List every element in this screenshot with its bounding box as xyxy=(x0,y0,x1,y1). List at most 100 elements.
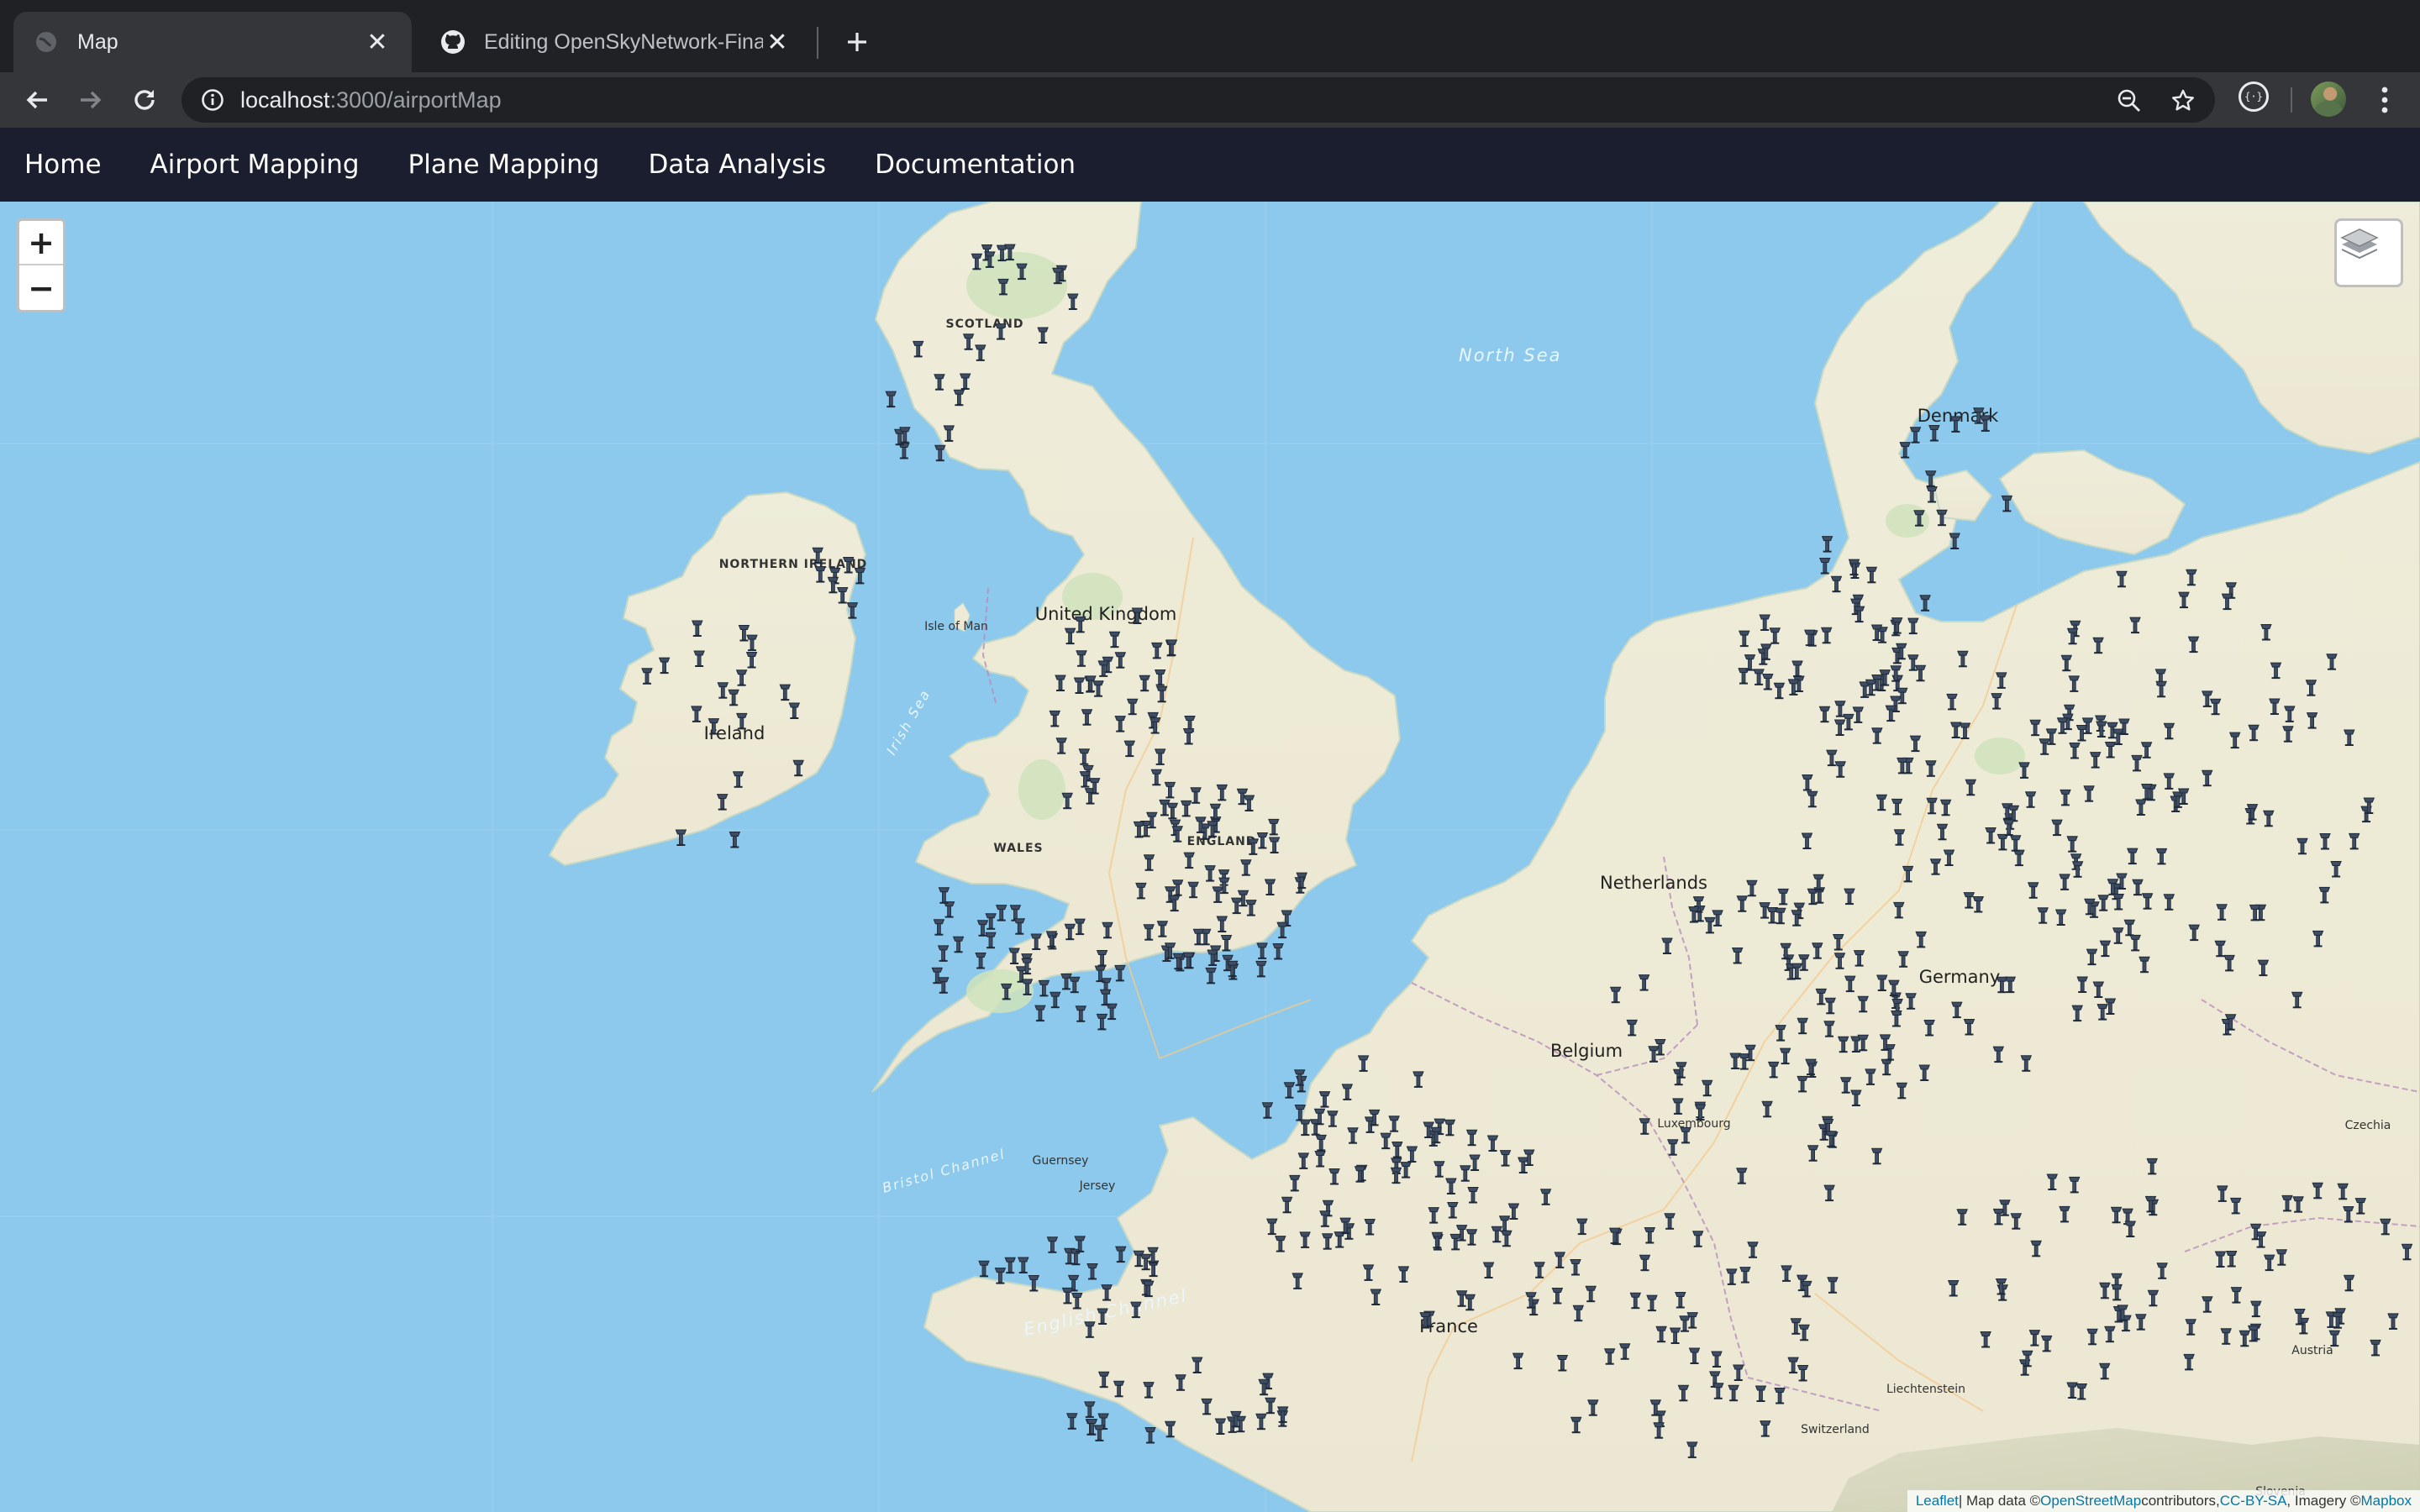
airport-marker-icon[interactable] xyxy=(1283,1082,1296,1099)
airport-marker-icon[interactable] xyxy=(1069,976,1081,994)
airport-marker-icon[interactable] xyxy=(1004,1257,1016,1274)
airport-marker-icon[interactable] xyxy=(1255,960,1267,978)
reload-button[interactable] xyxy=(126,81,163,118)
layers-button[interactable] xyxy=(2334,218,2403,287)
label-austria: Austria xyxy=(2291,1344,2333,1357)
close-icon[interactable]: ✕ xyxy=(763,28,792,56)
profile-avatar[interactable] xyxy=(2311,81,2346,117)
airport-marker-icon[interactable] xyxy=(985,932,997,949)
url-path: :3000/airportMap xyxy=(329,87,502,113)
airport-marker-icon[interactable] xyxy=(729,832,741,848)
forward-button[interactable] xyxy=(72,81,109,118)
airport-marker-icon[interactable] xyxy=(1096,1013,1108,1031)
airport-marker-icon[interactable] xyxy=(995,905,1007,921)
tab-separator xyxy=(817,27,818,59)
airport-marker-icon[interactable] xyxy=(978,1260,990,1278)
address-bar[interactable]: localhost:3000/airportMap xyxy=(182,77,2215,123)
toolbar-divider xyxy=(2291,87,2292,113)
attribution-text: , Imagery © xyxy=(2286,1493,2361,1509)
zoom-out-button[interactable]: − xyxy=(19,265,63,310)
airport-marker-icon[interactable] xyxy=(1205,967,1217,984)
nav-documentation[interactable]: Documentation xyxy=(875,150,1076,180)
label-bristol-channel: Bristol Channel xyxy=(881,1146,1007,1196)
airport-marker-icon[interactable] xyxy=(952,936,965,953)
airport-marker-icon[interactable] xyxy=(1075,1005,1087,1022)
airport-marker-icon[interactable] xyxy=(1106,1003,1118,1021)
back-button[interactable] xyxy=(18,81,55,118)
attribution-text: | Map data © xyxy=(1958,1493,2041,1509)
airport-marker-icon[interactable] xyxy=(1114,964,1126,982)
extension-icon[interactable]: {·} xyxy=(2238,81,2269,112)
airport-marker-icon[interactable] xyxy=(1928,425,1940,442)
tab-editing[interactable]: Editing OpenSkyNetwork-Final ✕ xyxy=(420,12,812,72)
airport-marker-icon[interactable] xyxy=(937,945,950,962)
attribution-text: contributors, xyxy=(2141,1493,2220,1509)
close-icon[interactable]: ✕ xyxy=(363,28,392,56)
airport-marker-icon[interactable] xyxy=(1919,595,1931,612)
airport-marker-icon[interactable] xyxy=(1013,918,1026,935)
info-icon[interactable] xyxy=(200,87,225,113)
airport-marker-icon[interactable] xyxy=(1182,952,1194,969)
airport-marker-icon[interactable] xyxy=(1034,1005,1046,1022)
airport-marker-icon[interactable] xyxy=(1272,943,1284,960)
label-england: ENGLAND xyxy=(1187,835,1257,848)
airport-marker-icon[interactable] xyxy=(1093,1425,1106,1441)
star-icon[interactable] xyxy=(2166,84,2200,118)
airport-marker-icon[interactable] xyxy=(1261,1102,1274,1119)
airport-marker-icon[interactable] xyxy=(1099,989,1112,1006)
map-attribution: Leaflet | Map data © OpenStreetMap contr… xyxy=(1907,1490,2420,1512)
airport-marker-icon[interactable] xyxy=(975,953,986,969)
airport-marker-icon[interactable] xyxy=(1086,1263,1098,1280)
tab-title: Map xyxy=(77,29,118,54)
nav-home[interactable]: Home xyxy=(24,150,102,180)
leaflet-link[interactable]: Leaflet xyxy=(1916,1493,1959,1509)
airport-marker-icon[interactable] xyxy=(1084,1401,1096,1418)
reload-icon xyxy=(134,90,155,110)
airport-marker-icon[interactable] xyxy=(1276,921,1288,939)
label-guernsey: Guernsey xyxy=(1033,1154,1089,1168)
zoom-out-icon[interactable] xyxy=(2112,84,2146,118)
airport-marker-icon[interactable] xyxy=(1909,427,1922,444)
arrow-right-icon xyxy=(81,91,102,109)
airport-marker-icon[interactable] xyxy=(1060,973,1072,990)
airport-marker-icon[interactable] xyxy=(1066,1413,1078,1430)
airport-marker-icon[interactable] xyxy=(1144,1427,1156,1444)
airport-marker-icon[interactable] xyxy=(938,977,950,994)
browser-toolbar: localhost:3000/airportMap xyxy=(0,72,2420,128)
airport-marker-icon[interactable] xyxy=(943,901,955,918)
tab-title: Editing OpenSkyNetwork-Final xyxy=(484,29,763,54)
airport-marker-icon[interactable] xyxy=(933,919,945,936)
zoom-in-button[interactable]: + xyxy=(19,221,63,265)
airport-map[interactable]: North Sea English Channel Irish Sea Bris… xyxy=(0,202,2420,1512)
airport-marker-icon[interactable] xyxy=(1018,1257,1029,1273)
more-menu-icon[interactable] xyxy=(2370,81,2400,118)
nav-airport-mapping[interactable]: Airport Mapping xyxy=(150,150,360,180)
airport-marker-icon[interactable] xyxy=(1050,991,1061,1009)
airport-marker-icon[interactable] xyxy=(938,887,950,904)
airport-marker-icon[interactable] xyxy=(934,444,946,462)
osm-link[interactable]: OpenStreetMap xyxy=(2040,1493,2141,1509)
arrow-left-icon xyxy=(26,91,47,109)
tab-map[interactable]: Map ✕ xyxy=(13,12,412,72)
new-tab-button[interactable] xyxy=(839,24,876,60)
github-icon xyxy=(440,29,466,55)
label-irish-sea: Irish Sea xyxy=(883,686,934,758)
airport-marker-icon[interactable] xyxy=(1046,1236,1059,1253)
label-liechtenstein: Liechtenstein xyxy=(1886,1383,1965,1396)
nav-plane-mapping[interactable]: Plane Mapping xyxy=(408,150,600,180)
airport-marker-icon[interactable] xyxy=(1038,979,1050,997)
airport-marker-icon[interactable] xyxy=(1009,905,1022,921)
airport-marker-icon[interactable] xyxy=(1821,536,1833,553)
great-britain-landmass xyxy=(871,202,1402,1093)
mapbox-link[interactable]: Mapbox xyxy=(2361,1493,2412,1509)
airport-marker-icon[interactable] xyxy=(1819,558,1831,575)
airport-marker-icon[interactable] xyxy=(885,391,897,408)
nav-data-analysis[interactable]: Data Analysis xyxy=(648,150,826,180)
label-germany: Germany xyxy=(1919,967,2001,987)
airport-marker-icon[interactable] xyxy=(2001,495,2013,512)
license-link[interactable]: CC-BY-SA xyxy=(2220,1493,2287,1509)
url-text: localhost:3000/airportMap xyxy=(240,87,502,113)
map-tiles[interactable]: North Sea English Channel Irish Sea Bris… xyxy=(0,202,2420,1512)
airport-marker-icon[interactable] xyxy=(1115,1246,1127,1263)
label-united-kingdom: United Kingdom xyxy=(1035,604,1177,624)
